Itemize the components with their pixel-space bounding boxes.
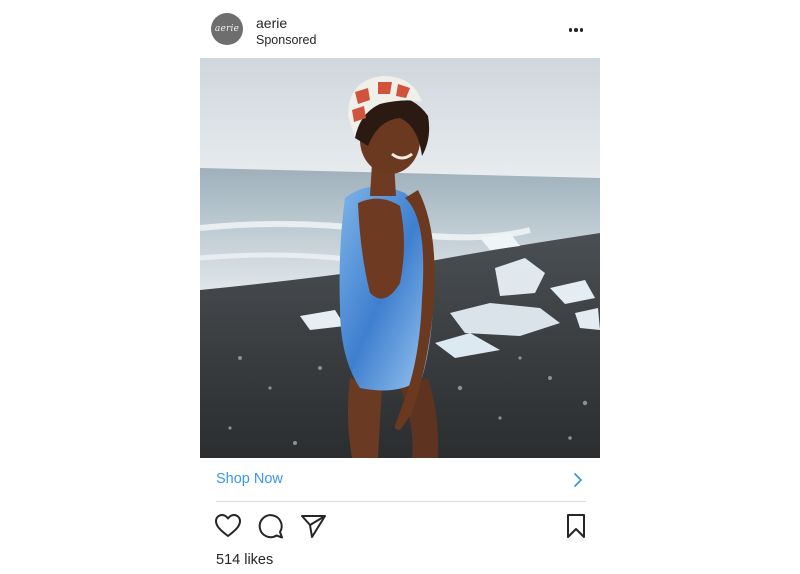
post-header: aerie aerie Sponsored — [200, 0, 600, 58]
beach-photo-illustration — [200, 58, 600, 458]
sponsored-label: Sponsored — [256, 33, 317, 47]
like-button[interactable] — [214, 512, 242, 540]
post-photo[interactable] — [200, 58, 600, 458]
save-button[interactable] — [562, 512, 590, 540]
chevron-right-icon — [574, 473, 582, 487]
paper-plane-icon — [301, 515, 326, 538]
share-button[interactable] — [299, 512, 327, 540]
bookmark-icon — [567, 514, 585, 538]
likes-count[interactable]: 514 likes — [216, 552, 273, 568]
comment-button[interactable] — [257, 512, 285, 540]
instagram-sponsored-post: aerie aerie Sponsored Shop Now 514 likes — [200, 0, 600, 574]
comment-icon — [258, 514, 283, 539]
avatar[interactable]: aerie — [211, 13, 243, 45]
more-options-button[interactable] — [562, 20, 590, 40]
action-bar — [200, 512, 600, 542]
heart-icon — [215, 514, 241, 537]
username[interactable]: aerie — [256, 15, 287, 31]
ellipsis-icon — [568, 28, 573, 32]
shop-now-button[interactable]: Shop Now — [216, 458, 586, 502]
shop-now-label: Shop Now — [216, 471, 283, 487]
